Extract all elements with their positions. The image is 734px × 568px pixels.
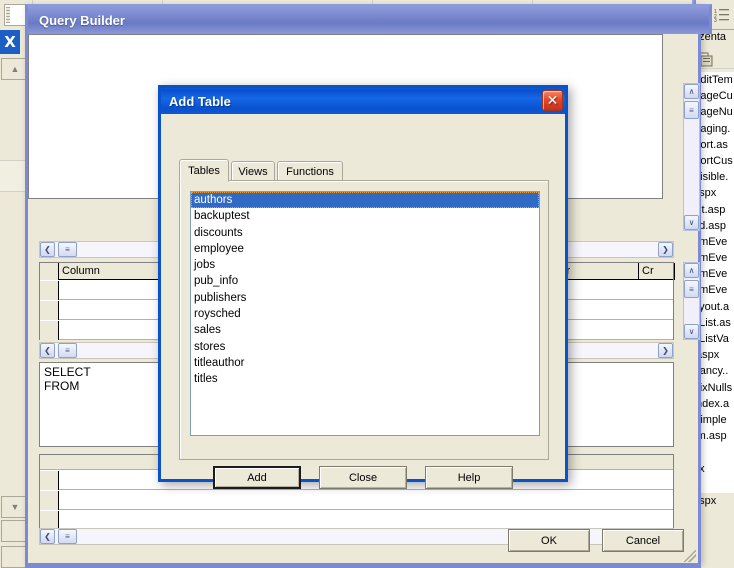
list-item[interactable]: sales [191,322,539,338]
close-icon[interactable]: X [0,30,20,54]
column-header[interactable]: Cr [639,263,675,280]
add-table-dialog: Add Table ✕ Tables Views Functions authors… [158,85,568,489]
list-item[interactable]: roysched [191,306,539,322]
scroll-down-button[interactable]: ∨ [684,324,699,339]
screen-root: X ▲ ▼ 1 2 3 ezenta EditTem PageCu PageNu… [0,0,734,568]
diagram-vertical-scrollbar[interactable]: ∧ ≡ ∨ [683,83,700,231]
list-item[interactable]: publishers [191,290,539,306]
scroll-left-button[interactable]: ❮ [40,529,55,544]
numbered-list-icon[interactable]: 1 2 3 [714,8,730,22]
list-item[interactable]: discounts [191,225,539,241]
resize-grip[interactable] [684,550,696,562]
list-item[interactable]: titles [191,371,539,387]
scroll-right-button[interactable]: ❯ [658,242,673,257]
tab-functions[interactable]: Functions [277,161,343,181]
list-item[interactable]: jobs [191,257,539,273]
dialog-button-row: Add Close Help [161,466,565,489]
scroll-up-button[interactable]: ∧ [684,263,699,278]
scroll-right-button[interactable]: ❯ [658,343,673,358]
row-selector[interactable] [40,321,59,340]
svg-text:3: 3 [714,18,717,22]
row-selector[interactable] [40,281,59,300]
add-button[interactable]: Add [213,466,301,489]
tab-tables[interactable]: Tables [179,159,229,182]
help-button[interactable]: Help [425,466,513,489]
tab-panel-tables: authors backuptest discounts employee jobs pu… [179,180,549,460]
scroll-thumb[interactable]: ≡ [58,343,77,358]
scroll-thumb[interactable]: ≡ [684,280,699,298]
add-table-body: Tables Views Functions authors backuptest di… [161,114,565,489]
list-item[interactable]: stores [191,339,539,355]
list-item[interactable]: pub_info [191,273,539,289]
row-selector[interactable] [40,301,59,320]
row-selector[interactable] [40,471,59,490]
list-item[interactable]: backuptest [191,208,539,224]
query-builder-title[interactable]: Query Builder [25,4,712,34]
dialog-action-bar: OK Cancel [508,529,684,552]
window-bottom-edge [25,563,701,568]
scroll-left-button[interactable]: ❮ [40,343,55,358]
dialog-title-label: Add Table [169,93,231,109]
toolbar-grip-icon[interactable] [6,7,10,23]
scroll-thumb[interactable]: ≡ [58,242,77,257]
scroll-down-button[interactable]: ∨ [684,215,699,230]
tab-views[interactable]: Views [231,161,275,181]
gutter-panel-divider [0,160,28,192]
add-table-title-bar[interactable]: Add Table ✕ [161,88,565,114]
tab-strip: Tables Views Functions [179,159,549,182]
list-item[interactable]: titleauthor [191,355,539,371]
scroll-thumb[interactable]: ≡ [58,529,77,544]
scroll-up-button[interactable]: ∧ [684,84,699,99]
ok-button[interactable]: OK [508,529,590,552]
cancel-button[interactable]: Cancel [602,529,684,552]
close-icon[interactable]: ✕ [542,90,563,111]
scroll-thumb[interactable]: ≡ [684,101,699,119]
row-selector[interactable] [40,491,59,510]
column-header[interactable] [40,263,59,280]
list-item[interactable]: authors [191,192,539,209]
list-item[interactable]: employee [191,241,539,257]
scroll-left-button[interactable]: ❮ [40,242,55,257]
grid-vertical-scrollbar[interactable]: ∧ ≡ ∨ [683,262,700,340]
table-row[interactable] [40,491,673,510]
tables-listbox[interactable]: authors backuptest discounts employee jobs pu… [190,191,540,436]
close-button[interactable]: Close [319,466,407,489]
